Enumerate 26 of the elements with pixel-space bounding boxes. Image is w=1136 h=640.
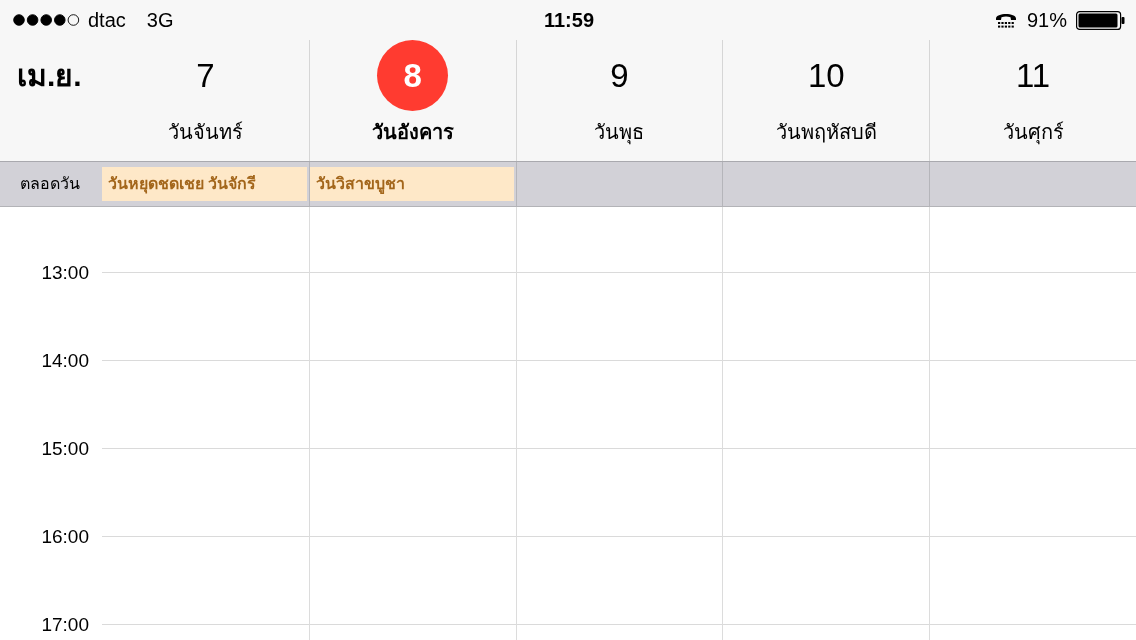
day-number[interactable]: 11 [997,40,1069,111]
day-number[interactable]: 7 [169,40,241,111]
month-label: เม.ย. [17,59,82,92]
battery-icon [1076,10,1125,30]
telephone-icon [994,12,1017,28]
carrier-name: dtac [88,8,126,32]
hour-label: 16:00 [41,526,89,548]
day-name: วันอังคาร [371,120,454,145]
day-name: วันจันทร์ [167,120,243,145]
hour-label: 13:00 [41,262,89,284]
hour-label: 15:00 [41,438,89,460]
hour-label: 14:00 [41,350,89,372]
network-type: 3G [146,8,174,32]
day-name: วันพุธ [594,120,645,145]
day-number[interactable]: 9 [584,40,655,111]
day-name: วันศุกร์ [1002,120,1064,145]
battery-percentage: 91% [1026,8,1067,32]
all-day-event[interactable]: วันวิสาขบูชา [309,167,514,201]
all-day-label: ตลอดวัน [20,174,80,194]
day-name: วันพฤหัสบดี [775,120,877,145]
day-number[interactable]: 10 [790,40,862,111]
signal-strength-icon [13,14,80,26]
day-number[interactable]: 8 [377,40,449,111]
status-time: 11:59 [543,8,595,32]
hour-label: 17:00 [41,614,89,636]
all-day-event[interactable]: วันหยุดชดเชย วันจักรี [102,167,307,201]
